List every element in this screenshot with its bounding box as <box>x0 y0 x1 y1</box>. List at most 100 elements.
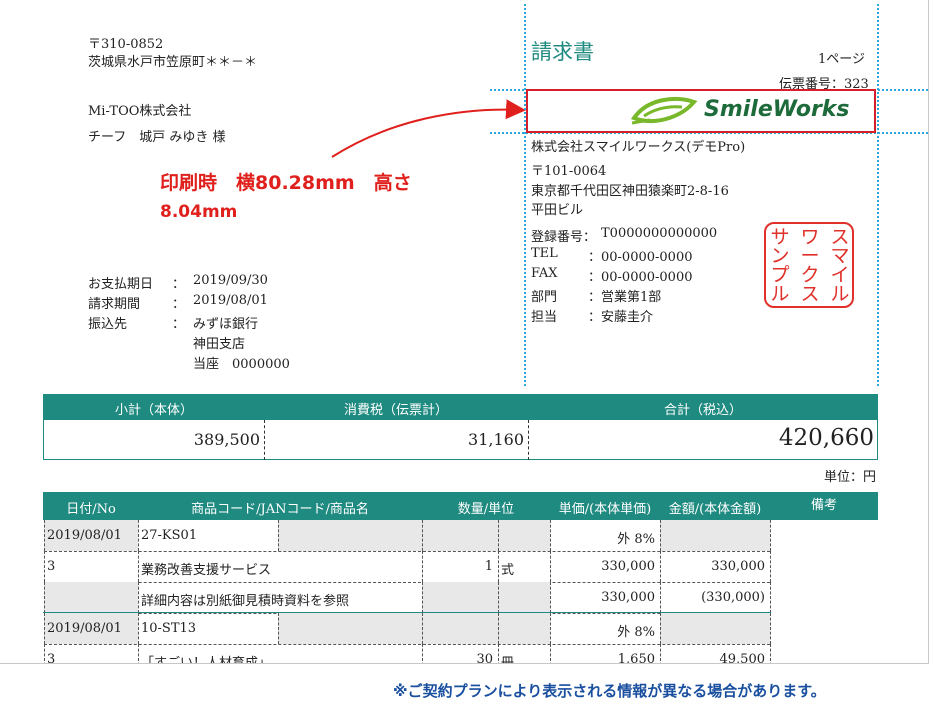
company-seal-stamp: スマイル ワークス サンプル <box>764 222 854 308</box>
cell-border <box>660 520 661 551</box>
fax-label: FAX <box>531 266 558 281</box>
billing-period-label: 請求期間 <box>88 297 141 312</box>
cell-border <box>550 551 551 582</box>
cell-border <box>550 644 551 663</box>
cell-border <box>44 582 45 613</box>
cell-shade <box>422 520 550 551</box>
cell-shade <box>660 520 770 551</box>
table-cell-price: 外 8% <box>617 532 655 547</box>
colon: ： <box>172 297 186 312</box>
cell-border <box>422 582 423 613</box>
table-cell-c1: 2019/08/01 <box>47 621 122 636</box>
table-cell-c2: 27-KS01 <box>141 528 198 543</box>
table-cell-c2: 業務改善支援サービス <box>141 563 272 578</box>
recipient-address: 茨城県水戸市笠原町＊＊－＊ <box>88 55 258 70</box>
col-header-date: 日付/No <box>66 502 116 517</box>
cell-border <box>550 613 551 644</box>
cell-border <box>138 644 139 663</box>
table-cell-c2: 詳細内容は別紙御見積時資料を参照 <box>141 594 350 609</box>
footnote: ※ご契約プランにより表示される情報が異なる場合があります。 <box>393 682 826 700</box>
cell-border <box>422 551 423 582</box>
table-cell-amount: 330,000 <box>711 559 765 574</box>
cell-border <box>422 520 423 551</box>
cell-border <box>550 582 551 613</box>
staff-label: 担当 <box>531 310 558 325</box>
recipient-company: Mi-TOO株式会社 <box>88 104 192 119</box>
cell-border <box>660 551 661 582</box>
table-cell-c1: 3 <box>47 652 56 664</box>
issuer-postal: 〒101-0064 <box>531 164 607 179</box>
subtotal-label: 小計（本体） <box>114 403 193 418</box>
cell-border <box>550 520 551 551</box>
table-cell-price: 330,000 <box>601 559 655 574</box>
issuer-address: 東京都千代田区神田猿楽町2-8-16 <box>531 184 729 199</box>
tax-label: 消費税（伝票計） <box>343 403 448 418</box>
table-cell-c1: 2019/08/01 <box>47 528 122 543</box>
tel-label: TEL <box>531 246 558 261</box>
table-cell-price: 330,000 <box>601 590 655 605</box>
recipient-person: チーフ 城戸 みゆき 様 <box>88 130 226 145</box>
tel-value: ：00-0000-0000 <box>588 250 693 265</box>
cell-border <box>660 582 661 613</box>
department-label: 部門 <box>531 290 558 305</box>
cell-border <box>422 613 423 644</box>
cell-shade <box>422 582 550 613</box>
document-title: 請求書 <box>531 40 594 64</box>
logo-text: SmileWorks <box>704 97 850 122</box>
cell-border <box>138 613 139 644</box>
cell-border <box>770 520 771 551</box>
registration-label: 登録番号： <box>531 230 597 245</box>
guide-line-right <box>877 4 879 386</box>
staff-value: ：安藤圭介 <box>588 310 654 325</box>
bank-account: 当座 0000000 <box>193 357 290 372</box>
table-cell-c2: 「すごい！人材育成」 <box>141 656 272 664</box>
cell-border <box>138 520 139 551</box>
row-border <box>44 644 770 645</box>
cell-border <box>498 520 499 551</box>
registration-value: T0000000000000 <box>601 226 718 241</box>
recipient-postal: 〒310-0852 <box>88 37 164 52</box>
table-cell-c1: 3 <box>47 559 56 574</box>
cell-border <box>660 613 661 644</box>
leaf-icon <box>630 97 698 125</box>
page-number: 1ページ <box>818 52 866 67</box>
cell-shade <box>422 613 550 644</box>
table-cell-price: 外 8% <box>617 625 655 640</box>
due-date-value: 2019/09/30 <box>193 273 268 288</box>
table-cell-amount: (330,000) <box>701 590 765 605</box>
col-header-remarks: 備考 <box>810 498 837 513</box>
col-header-qty: 数量/単位 <box>457 502 515 517</box>
cell-border <box>44 551 45 582</box>
cell-border <box>498 644 499 663</box>
invoice-sheet: 〒310-0852 茨城県水戸市笠原町＊＊－＊ Mi-TOO株式会社 チーフ 城… <box>0 0 929 664</box>
cell-border <box>498 551 499 582</box>
cell-border <box>44 520 45 551</box>
col-header-amount: 金額/(本体金額) <box>668 502 762 517</box>
issuer-building: 平田ビル <box>531 203 584 218</box>
cell-border <box>770 582 771 613</box>
table-cell-price: 1,650 <box>617 652 655 664</box>
cell-border <box>770 644 771 663</box>
stamp-column-3: サンプル <box>770 226 790 305</box>
bank-label: 振込先 <box>88 317 128 332</box>
cell-border <box>44 613 45 644</box>
guide-line-left <box>524 4 526 386</box>
table-cell-c2: 10-ST13 <box>141 621 197 636</box>
tax-value: 31,160 <box>468 430 524 449</box>
cell-border <box>422 644 423 663</box>
bank-branch: 神田支店 <box>193 337 246 352</box>
annotation-arrow <box>331 99 526 158</box>
cell-shade <box>44 582 138 613</box>
cell-border <box>660 644 661 663</box>
billing-period-value: 2019/08/01 <box>193 293 268 308</box>
total-value: 420,660 <box>778 425 874 451</box>
cell-border <box>44 644 45 663</box>
print-size-annotation-line2: 8.04mm <box>160 202 238 222</box>
colon: ： <box>172 277 186 292</box>
table-cell-unit: 冊 <box>501 656 515 664</box>
row-border <box>44 551 770 552</box>
cell-border <box>138 582 139 613</box>
department-value: ：営業第1部 <box>588 290 662 305</box>
row-border <box>44 582 770 583</box>
table-cell-unit: 式 <box>501 563 515 578</box>
